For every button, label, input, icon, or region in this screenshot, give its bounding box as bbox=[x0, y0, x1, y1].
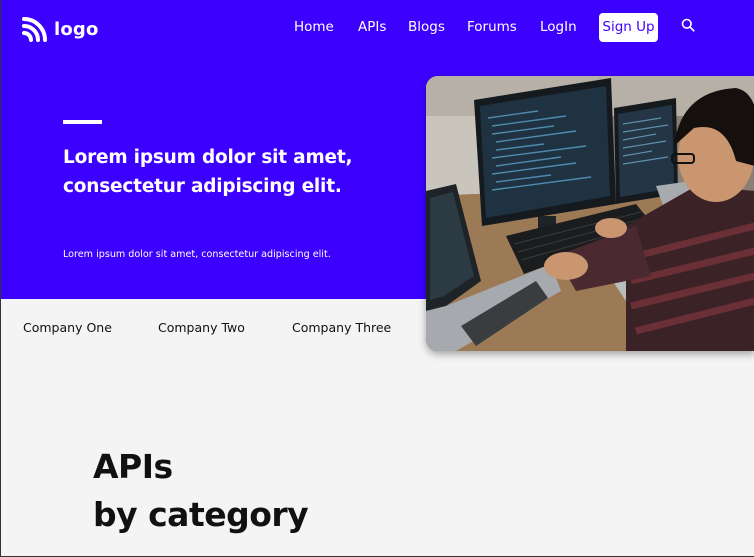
nav-apis[interactable]: APIs bbox=[358, 19, 386, 35]
nav-login[interactable]: LogIn bbox=[540, 19, 577, 35]
hero-headline: Lorem ipsum dolor sit amet, consectetur … bbox=[63, 143, 393, 201]
developer-photo bbox=[426, 76, 754, 351]
hero-headline-line-2: consectetur adipiscing elit. bbox=[63, 176, 342, 197]
apis-by-category-heading: APIs by category bbox=[93, 443, 309, 539]
company-two: Company Two bbox=[158, 320, 245, 335]
section-title-line-2: by category bbox=[93, 495, 309, 534]
section-title-line-1: APIs bbox=[93, 447, 173, 486]
nav-forums[interactable]: Forums bbox=[467, 19, 517, 35]
accent-bar bbox=[63, 120, 102, 124]
hero-headline-line-1: Lorem ipsum dolor sit amet, bbox=[63, 147, 353, 168]
nav-blogs[interactable]: Blogs bbox=[408, 19, 445, 35]
developer-photo-illustration bbox=[426, 76, 754, 351]
landing-page: logo Home APIs Blogs Forums LogIn Sign U… bbox=[0, 0, 754, 557]
top-nav: Home APIs Blogs Forums LogIn Sign Up bbox=[1, 13, 754, 43]
hero-subtext: Lorem ipsum dolor sit amet, consectetur … bbox=[63, 249, 331, 260]
nav-home[interactable]: Home bbox=[294, 19, 334, 35]
company-one: Company One bbox=[23, 320, 112, 335]
sign-up-button[interactable]: Sign Up bbox=[599, 13, 658, 42]
company-three: Company Three bbox=[292, 320, 392, 335]
search-icon[interactable] bbox=[681, 18, 695, 32]
